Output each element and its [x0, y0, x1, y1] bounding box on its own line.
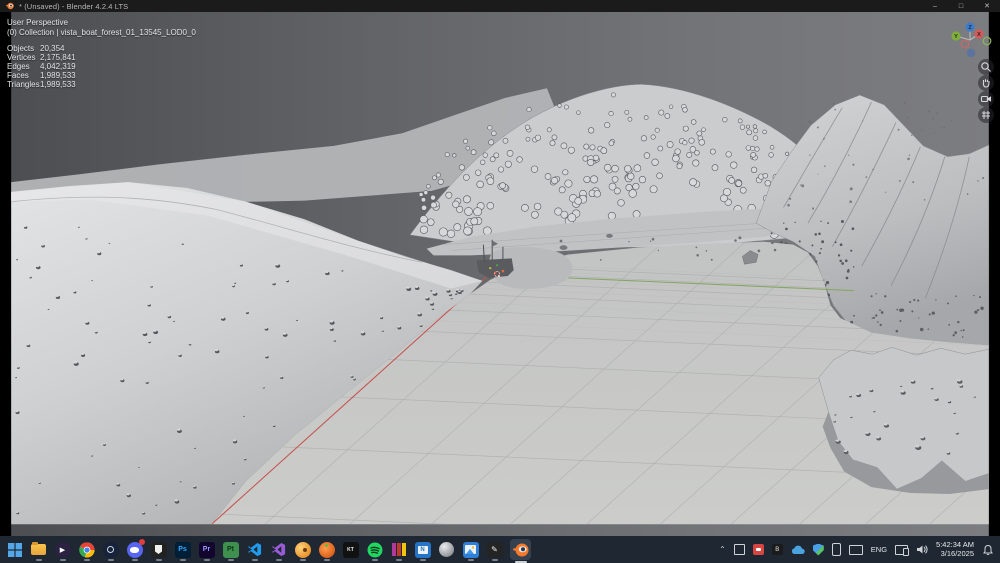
chrome-icon[interactable]: [78, 541, 95, 561]
windows-taskbar: ▶ Ps Pr Pt KT N ✎ ⌃ B ENG 5:42:34 AM 3/1…: [0, 536, 1000, 563]
taskbar-clock[interactable]: 5:42:34 AM 3/16/2025: [936, 540, 974, 558]
onedrive-icon[interactable]: [791, 545, 805, 555]
sketch-app-icon[interactable]: ✎: [486, 541, 503, 561]
marmoset-icon[interactable]: [294, 541, 311, 561]
premiere-icon[interactable]: Pr: [198, 541, 215, 561]
system-tray: ⌃ B ENG 5:42:34 AM 3/16/2025: [719, 540, 994, 558]
zoom-icon[interactable]: [978, 59, 994, 75]
close-button[interactable]: ✕: [974, 0, 1000, 12]
tray-red-app-icon[interactable]: [752, 544, 764, 555]
clock-date: 3/16/2025: [940, 548, 974, 558]
minimize-button[interactable]: –: [922, 0, 948, 12]
cast-icon[interactable]: [895, 544, 910, 556]
notifications-bell-icon[interactable]: [982, 544, 994, 556]
photos-icon[interactable]: [462, 541, 479, 561]
gizmo-minus-x-axis[interactable]: [960, 39, 970, 49]
epic-games-icon[interactable]: [150, 541, 167, 561]
gizmo-minus-y-axis[interactable]: [982, 36, 992, 46]
phone-link-icon[interactable]: [831, 543, 841, 556]
dark-app-icon[interactable]: KT: [342, 541, 359, 558]
tray-chevron-icon[interactable]: ⌃: [719, 545, 726, 554]
painter-icon[interactable]: Pt: [222, 541, 239, 561]
blender-logo-icon: [6, 2, 14, 10]
discord-icon[interactable]: [126, 539, 145, 561]
photoshop-icon[interactable]: Ps: [174, 541, 191, 561]
viewport-scene: [11, 12, 990, 536]
windows-security-icon[interactable]: [812, 543, 824, 556]
steam-icon[interactable]: [102, 541, 119, 561]
toggle-projection-icon[interactable]: [978, 107, 994, 123]
blender-icon[interactable]: [510, 539, 531, 563]
gizmo-minus-z-axis[interactable]: [966, 48, 976, 58]
fl-studio-icon[interactable]: [318, 541, 335, 561]
maximize-button[interactable]: □: [948, 0, 974, 12]
vscode-icon[interactable]: [246, 541, 263, 561]
winrar-icon[interactable]: [390, 541, 407, 561]
gizmo-y-label: Y: [954, 34, 958, 40]
blue-window-app-icon[interactable]: N: [414, 541, 431, 561]
spotify-icon[interactable]: [366, 541, 383, 561]
touch-keyboard-icon[interactable]: [848, 544, 863, 555]
file-explorer-icon[interactable]: [30, 541, 47, 561]
discord-notification-badge: [139, 539, 145, 545]
visual-studio-icon[interactable]: [270, 541, 287, 561]
tray-b-app-icon[interactable]: B: [771, 544, 783, 555]
window-titlebar: * (Unsaved) - Blender 4.2.4 LTS – □ ✕: [0, 0, 1000, 12]
media-player-icon[interactable]: ▶: [54, 541, 71, 561]
window-title: * (Unsaved) - Blender 4.2.4 LTS: [19, 1, 129, 11]
volume-icon[interactable]: [916, 544, 928, 555]
taskbar-pinned-apps: ▶ Ps Pr Pt KT N ✎: [6, 539, 531, 563]
gizmo-x-label: X: [977, 32, 981, 38]
tray-window-icon[interactable]: [733, 544, 745, 555]
pan-hand-icon[interactable]: [978, 75, 994, 91]
start-icon[interactable]: [6, 541, 23, 558]
language-indicator[interactable]: ENG: [871, 545, 887, 554]
camera-view-icon[interactable]: [978, 91, 994, 107]
pureref-icon[interactable]: [438, 541, 455, 558]
blender-3d-viewport[interactable]: User Perspective (0) Collection | vista_…: [0, 12, 1000, 536]
